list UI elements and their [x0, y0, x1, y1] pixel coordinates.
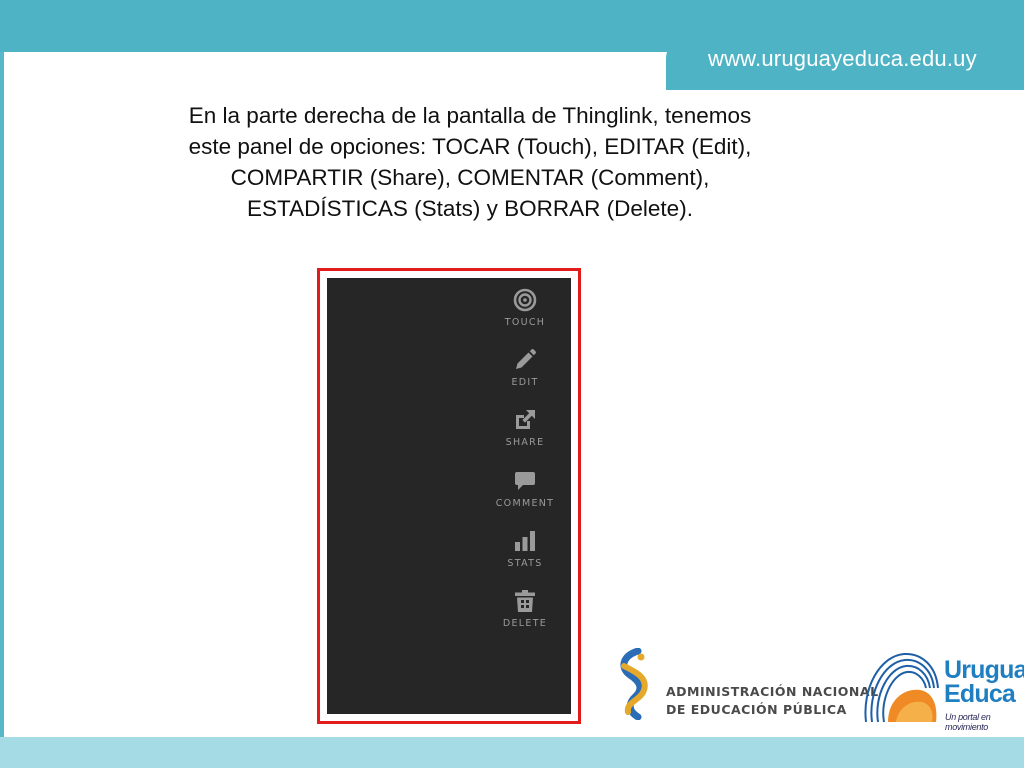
intro-line: En la parte derecha de la pantalla de Th…	[188, 103, 752, 128]
ue-word-line: Educa	[944, 680, 1016, 708]
target-icon	[513, 288, 537, 312]
share-button[interactable]: SHARE	[485, 408, 565, 460]
touch-button[interactable]: TOUCH	[485, 288, 565, 340]
pencil-icon	[516, 349, 536, 369]
intro-line: ESTADÍSTICAS (Stats) y BORRAR (Delete).	[247, 196, 693, 221]
comment-button[interactable]: COMMENT	[485, 469, 565, 521]
intro-line: COMPARTIR (Share), COMENTAR (Comment),	[230, 165, 710, 190]
uruguay-educa-logo-icon	[864, 652, 939, 723]
trash-icon	[515, 590, 535, 612]
highlight-frame: TOUCH EDIT SHARE COMMENT STATS DELETE	[317, 268, 581, 724]
uruguay-educa-wordmark: Uruguay Educa	[944, 656, 1024, 708]
intro-line: este panel de opciones: TOCAR (Touch), E…	[188, 134, 752, 159]
anep-logo-icon	[620, 648, 648, 720]
anep-line: DE EDUCACIÓN PÚBLICA	[666, 702, 847, 717]
uruguay-educa-tagline: Un portal en movimiento	[945, 712, 991, 732]
stats-button[interactable]: STATS	[485, 529, 565, 581]
edit-button[interactable]: EDIT	[485, 348, 565, 400]
stats-label: STATS	[507, 558, 543, 569]
anep-line: ADMINISTRACIÓN NACIONAL	[666, 684, 879, 699]
footer-logos: ADMINISTRACIÓN NACIONAL DE EDUCACIÓN PÚB…	[606, 640, 1024, 732]
edit-label: EDIT	[511, 377, 539, 388]
share-label: SHARE	[505, 437, 545, 448]
comment-icon	[515, 472, 535, 490]
ue-word-line: Uruguay	[944, 656, 1024, 684]
delete-label: DELETE	[502, 618, 548, 629]
touch-label: TOUCH	[504, 317, 546, 328]
bar-chart-icon	[515, 531, 535, 551]
delete-button[interactable]: DELETE	[485, 589, 565, 641]
anep-name: ADMINISTRACIÓN NACIONAL DE EDUCACIÓN PÚB…	[666, 683, 879, 719]
thinglink-options-panel: TOUCH EDIT SHARE COMMENT STATS DELETE	[327, 278, 571, 714]
share-icon	[516, 410, 535, 429]
left-edge-line	[0, 52, 4, 737]
comment-label: COMMENT	[495, 498, 555, 509]
intro-text: En la parte derecha de la pantalla de Th…	[130, 100, 810, 224]
footer-band	[0, 737, 1024, 768]
site-url[interactable]: www.uruguayeduca.edu.uy	[708, 46, 1008, 72]
